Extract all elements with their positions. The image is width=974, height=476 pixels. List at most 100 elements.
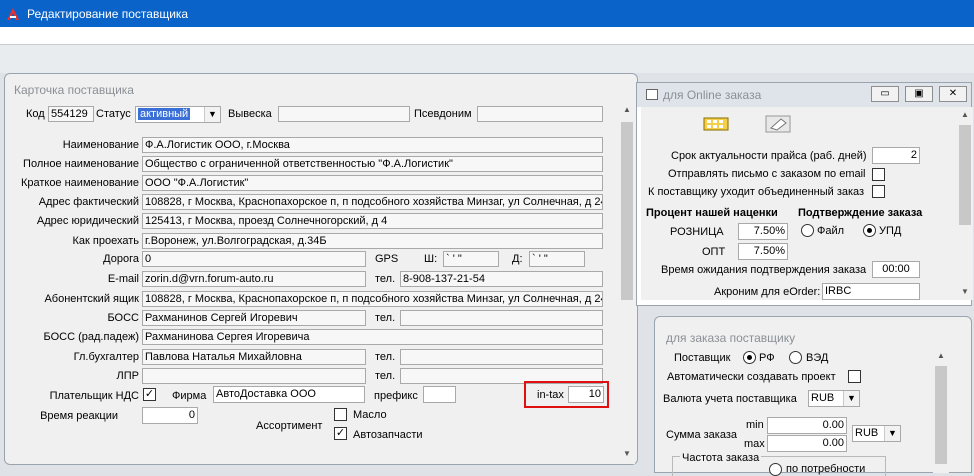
email-field[interactable]: zorin.d@vrn.forum-auto.ru xyxy=(142,271,366,287)
lpr-label: ЛПР xyxy=(116,370,139,382)
actual-address-label: Адрес фактический xyxy=(38,196,139,208)
eraser-button[interactable] xyxy=(764,114,792,134)
restore-button[interactable]: ▣ xyxy=(905,86,933,102)
latitude-field[interactable]: ` ' " xyxy=(443,251,499,267)
code-label: Код xyxy=(26,108,45,120)
firm-label: Фирма xyxy=(172,390,207,402)
scroll-up-icon[interactable]: ▲ xyxy=(619,102,635,118)
firm-field[interactable]: АвтоДоставка ООО xyxy=(213,386,365,403)
scrollbar-thumb[interactable] xyxy=(959,125,971,225)
longitude-field[interactable]: ` ' " xyxy=(529,251,585,267)
retail-markup-field[interactable]: 7.50% xyxy=(738,223,788,240)
status-select[interactable]: активный ▼ xyxy=(135,106,221,123)
calculator-button[interactable] xyxy=(702,115,730,133)
assortment-parts-checkbox[interactable]: ✓ xyxy=(334,427,347,440)
mailbox-field[interactable]: 108828, г Москва, Краснопахорское п, п п… xyxy=(142,291,603,307)
combined-order-label: К поставщику уходит объединенный заказ xyxy=(648,186,865,198)
full-name-field[interactable]: Общество с ограниченной ответственностью… xyxy=(142,156,603,172)
prefix-field[interactable] xyxy=(423,386,456,403)
scroll-down-icon[interactable]: ▼ xyxy=(619,446,635,462)
card-scrollbar[interactable]: ▲ ▼ xyxy=(619,102,635,464)
acronym-field[interactable]: IRBC xyxy=(822,283,920,300)
boss-genitive-field[interactable]: Рахманинова Сергея Игоревича xyxy=(142,329,603,345)
window-titlebar: Редактирование поставщика xyxy=(0,0,974,27)
email-label: E-mail xyxy=(107,273,139,285)
intax-label: in-tax xyxy=(537,389,564,401)
assortment-label: Ассортимент xyxy=(256,420,323,432)
boss-field[interactable]: Рахманинов Сергей Игоревич xyxy=(142,310,366,326)
boss-phone-field[interactable] xyxy=(400,310,603,326)
online-order-header: для Online заказа ▭ ▣ ✕ xyxy=(637,83,971,107)
combined-order-checkbox[interactable] xyxy=(872,185,885,198)
online-scrollbar[interactable]: ▲ ▼ xyxy=(957,107,973,300)
send-email-checkbox[interactable] xyxy=(872,168,885,181)
wholesale-markup-field[interactable]: 7.50% xyxy=(738,243,788,260)
supplier-ved-radio[interactable] xyxy=(789,351,802,364)
min-label: min xyxy=(746,419,764,431)
legal-address-label: Адрес юридический xyxy=(36,215,139,227)
vat-payer-checkbox[interactable]: ✓ xyxy=(143,388,156,401)
on-demand-radio[interactable] xyxy=(769,463,782,476)
assortment-oil-checkbox[interactable] xyxy=(334,408,347,421)
calculator-icon xyxy=(703,117,729,131)
minimize-button[interactable]: ▭ xyxy=(871,86,899,102)
reaction-time-field[interactable]: 0 xyxy=(142,407,198,424)
on-demand-label: по потребности xyxy=(786,463,866,475)
sum-currency-value: RUB xyxy=(855,427,879,439)
wait-time-field[interactable]: 00:00 xyxy=(872,261,920,278)
lpr-field[interactable] xyxy=(142,368,366,384)
code-field[interactable]: 554129 xyxy=(48,106,94,122)
short-name-field[interactable]: ООО "Ф.А.Логистик" xyxy=(142,175,603,191)
prefix-label: префикс xyxy=(374,390,418,402)
eraser-icon xyxy=(765,115,791,133)
markup-section-title: Процент нашей наценки xyxy=(646,207,778,219)
online-order-title: для Online заказа xyxy=(663,88,762,102)
actual-address-field[interactable]: 108828, г Москва, Краснопахорское п, п п… xyxy=(142,194,603,210)
directions-field[interactable]: г.Воронеж, ул.Волгоградская, д.34Б xyxy=(142,233,603,249)
sum-currency-select[interactable]: RUB ▼ xyxy=(852,425,901,442)
road-field[interactable]: 0 xyxy=(142,251,366,267)
alias-field[interactable] xyxy=(477,106,603,122)
scroll-up-icon[interactable]: ▲ xyxy=(957,107,973,123)
scroll-up-icon[interactable]: ▲ xyxy=(933,348,949,364)
assortment-oil-label: Масло xyxy=(353,409,387,421)
chevron-down-icon[interactable]: ▼ xyxy=(204,107,220,122)
supplier-type-label: Поставщик xyxy=(674,352,731,364)
road-label: Дорога xyxy=(103,253,139,265)
close-button[interactable]: ✕ xyxy=(939,86,967,102)
max-sum-field[interactable]: 0.00 xyxy=(767,435,847,452)
chevron-down-icon[interactable]: ▼ xyxy=(843,391,859,406)
boss-label: БОСС xyxy=(107,312,139,324)
supplier-order-scrollbar[interactable]: ▲ xyxy=(933,348,949,473)
confirm-file-radio[interactable] xyxy=(801,224,814,237)
name-label: Наименование xyxy=(62,139,139,151)
status-label: Статус xyxy=(96,108,131,120)
name-field[interactable]: Ф.А.Логистик ООО, г.Москва xyxy=(142,137,603,153)
currency-select[interactable]: RUB ▼ xyxy=(808,390,860,407)
scrollbar-thumb[interactable] xyxy=(621,122,633,300)
phone-field[interactable]: 8-908-137-21-54 xyxy=(400,271,603,287)
order-sum-label: Сумма заказа xyxy=(666,429,737,441)
auto-project-checkbox[interactable] xyxy=(848,370,861,383)
accountant-phone-field[interactable] xyxy=(400,349,603,365)
legal-address-field[interactable]: 125413, г Москва, проезд Солнечногорский… xyxy=(142,213,603,229)
assortment-parts-label: Автозапчасти xyxy=(353,429,423,441)
sign-field[interactable] xyxy=(278,106,410,122)
currency-value: RUB xyxy=(811,392,835,404)
longitude-label: Д: xyxy=(512,253,523,265)
confirm-upd-radio[interactable] xyxy=(863,224,876,237)
price-days-field[interactable]: 2 xyxy=(872,147,920,164)
accountant-field[interactable]: Павлова Наталья Михайловна xyxy=(142,349,366,365)
accountant-phone-label: тел. xyxy=(375,351,396,363)
supplier-rf-radio[interactable] xyxy=(743,351,756,364)
scroll-down-icon[interactable]: ▼ xyxy=(957,284,973,300)
intax-field[interactable]: 10 xyxy=(568,386,604,403)
send-email-label: Отправлять письмо с заказом по email xyxy=(668,168,866,180)
chevron-down-icon[interactable]: ▼ xyxy=(884,426,900,441)
gps-label: GPS xyxy=(375,253,399,265)
online-window-icon xyxy=(646,89,658,100)
alias-label: Псевдоним xyxy=(414,108,472,120)
toolbar-strip xyxy=(0,27,974,45)
min-sum-field[interactable]: 0.00 xyxy=(767,417,847,434)
scrollbar-thumb[interactable] xyxy=(935,366,947,464)
